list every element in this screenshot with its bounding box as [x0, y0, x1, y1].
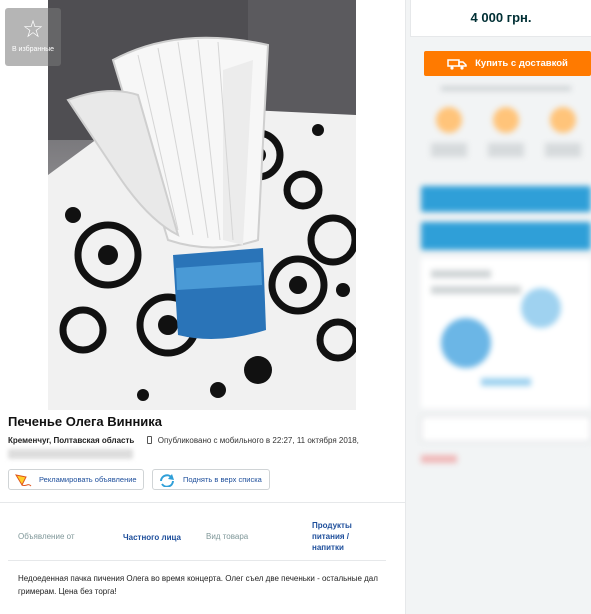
price: 4 000 грн. [470, 10, 532, 25]
details-divider [8, 560, 386, 561]
sidebar: 4 000 грн. Купить с доставкой [405, 0, 591, 614]
details-table: Объявление от Частного лица Вид товара П… [8, 515, 386, 561]
mobile-phone-icon [146, 436, 152, 444]
delivery-truck-icon [447, 58, 467, 70]
blurred-report-link[interactable] [421, 455, 457, 463]
seller-value[interactable]: Частного лица [123, 532, 181, 543]
price-box: 4 000 грн. [410, 0, 591, 37]
seller-label: Объявление от [18, 532, 75, 541]
listing-location[interactable]: Кременчуг, Полтавская область [8, 436, 134, 445]
listing-photo[interactable] [48, 0, 356, 410]
add-to-favorites-button[interactable]: ☆ В избранные [5, 8, 61, 66]
refresh-icon [160, 473, 174, 487]
raise-label: Поднять в верх списка [183, 475, 262, 484]
listing-description: Недоеденная пачка пичения Олега во время… [18, 574, 378, 596]
blurred-message-button[interactable] [421, 222, 591, 250]
blurred-contact-button[interactable] [421, 186, 591, 212]
blurred-delivery-info [421, 82, 591, 177]
type-value[interactable]: Продукты питания / напитки [312, 520, 352, 553]
published-label: Опубликовано с мобильного [157, 436, 264, 445]
type-value-line: Продукты [312, 521, 352, 530]
section-divider [0, 502, 405, 503]
advertise-button[interactable]: Рекламировать объявление [8, 469, 144, 490]
listing-title: Печенье Олега Винника [8, 414, 163, 429]
type-value-line: питания / [312, 532, 349, 541]
buy-label: Купить с доставкой [475, 58, 568, 69]
advertise-label: Рекламировать объявление [39, 475, 137, 484]
raise-listing-button[interactable]: Поднять в верх списка [152, 469, 270, 490]
star-icon: ☆ [22, 15, 44, 43]
kite-icon [14, 473, 32, 486]
published-date: в 22:27, 11 октября 2018, [265, 436, 359, 445]
type-label: Вид товара [206, 532, 249, 541]
favorite-label: В избранные [11, 46, 55, 53]
type-value-line: напитки [312, 543, 344, 552]
buy-with-delivery-button[interactable]: Купить с доставкой [424, 51, 591, 76]
blurred-listing-id [8, 449, 133, 459]
listing-main: ☆ В избранные Печенье Олега Винника Крем… [0, 0, 405, 614]
photo-gallery: ☆ В избранные [0, 0, 405, 410]
blurred-seller-card [421, 258, 591, 408]
blurred-map-link[interactable] [421, 416, 591, 442]
photo-illustration [48, 0, 356, 410]
listing-meta: Кременчуг, Полтавская область Опубликова… [8, 436, 359, 445]
